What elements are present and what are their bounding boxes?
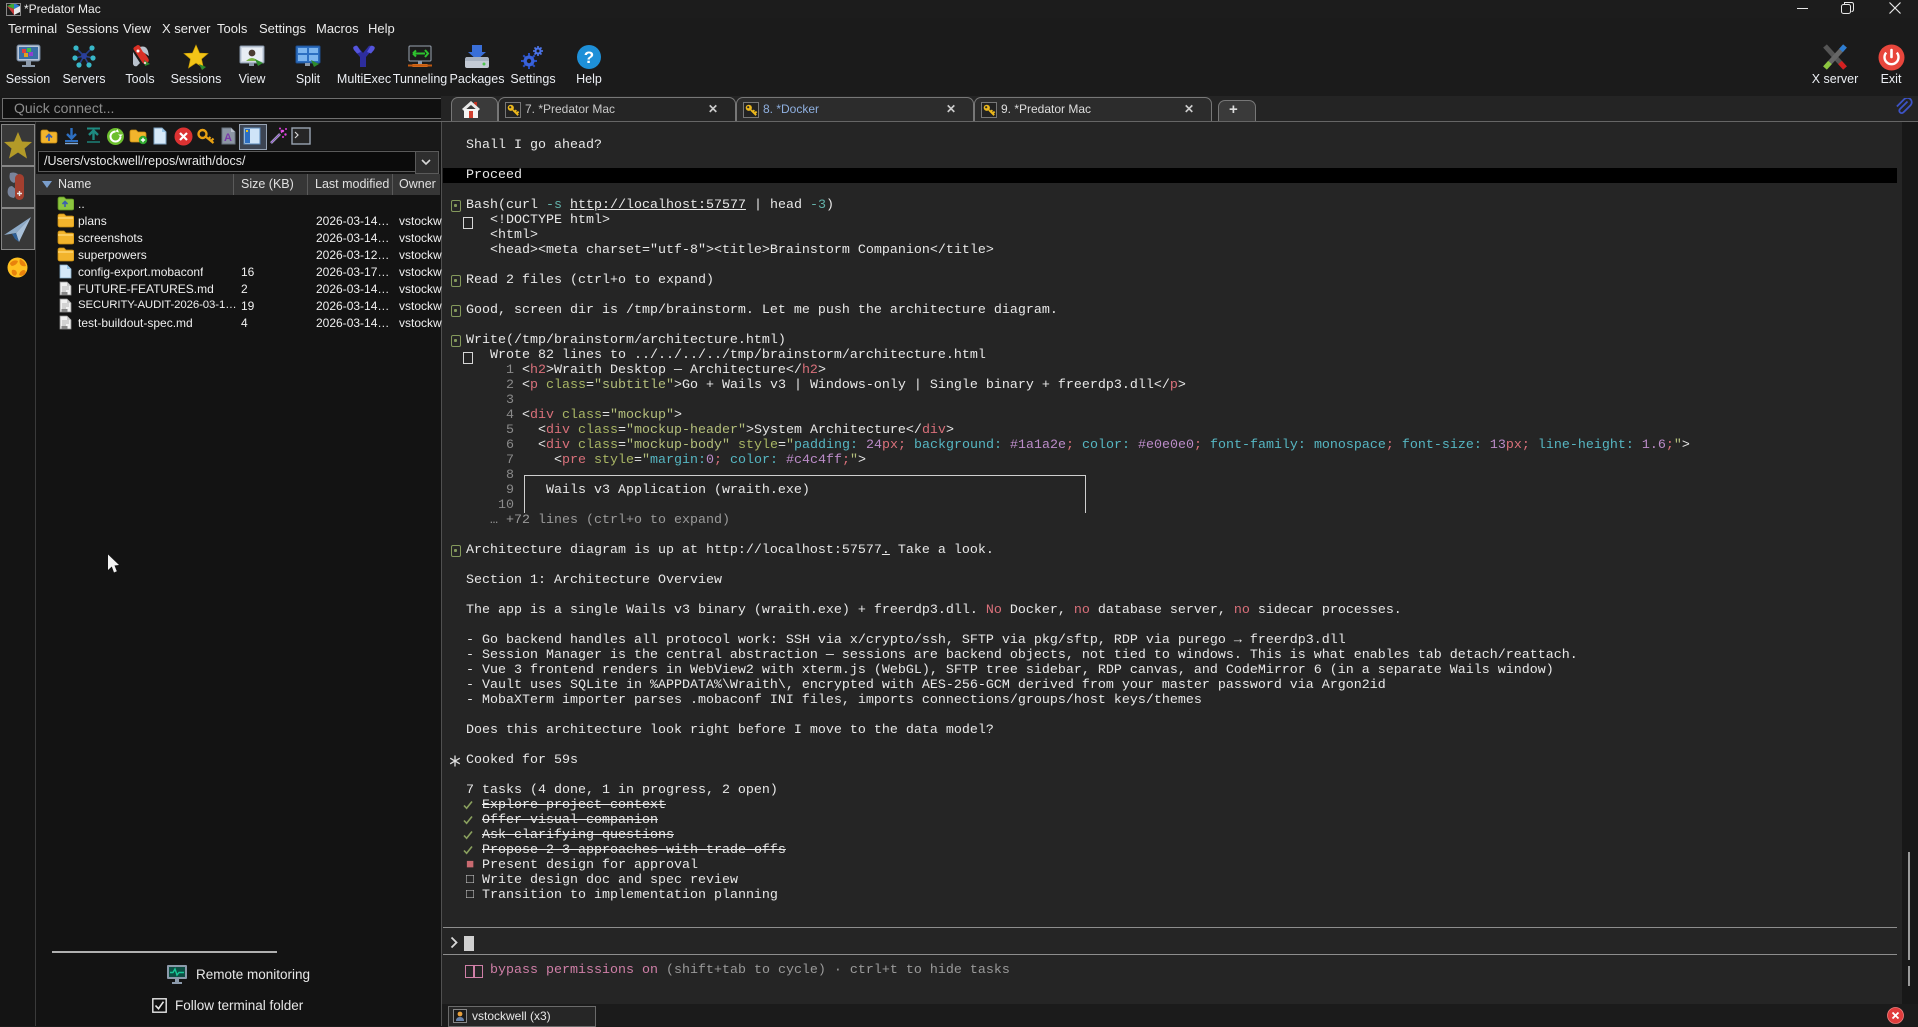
svg-text:?: ?: [584, 48, 594, 67]
svg-text:A: A: [224, 132, 232, 144]
